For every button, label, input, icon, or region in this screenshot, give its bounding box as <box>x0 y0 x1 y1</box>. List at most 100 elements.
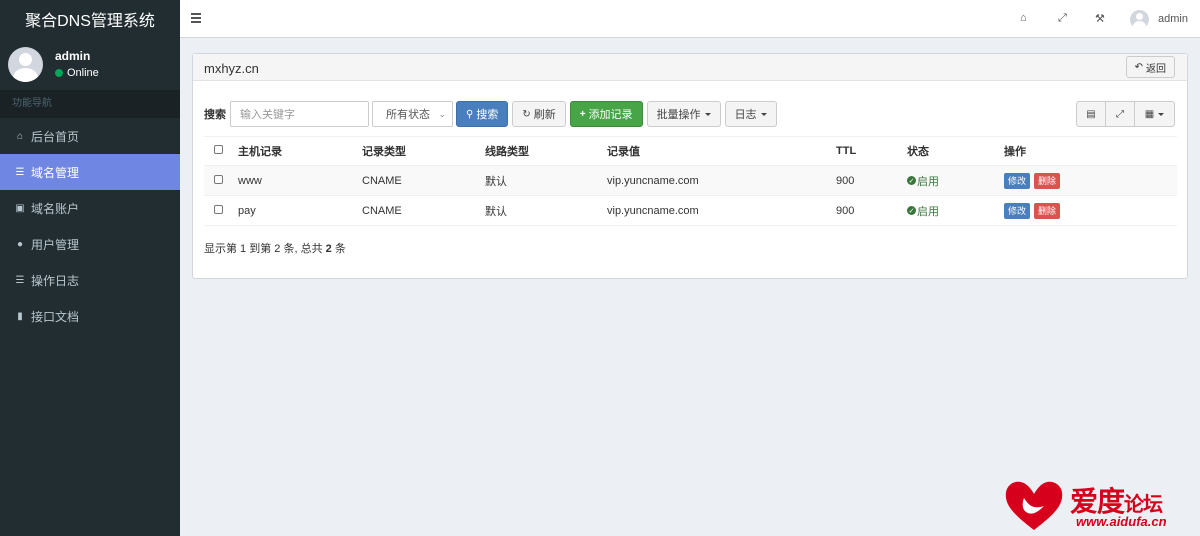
cell-status[interactable]: ✓ 启用 <box>907 165 1004 196</box>
edit-button[interactable]: 修改 <box>1004 202 1031 219</box>
user-status-label: Online <box>67 67 99 79</box>
sidebar-item-dashboard[interactable]: ⌂ 后台首页 <box>0 118 180 154</box>
back-button[interactable]: ↶ 返回 <box>1125 56 1175 78</box>
select-all-checkbox[interactable] <box>214 145 223 154</box>
reply-icon: ↶ <box>1134 61 1143 73</box>
fullscreen-button[interactable]: ⤢ <box>1105 101 1135 127</box>
delete-button[interactable]: 删除 <box>1034 172 1061 189</box>
fullscreen-icon[interactable]: ⤢ <box>1058 12 1067 25</box>
cell-ttl: 900 <box>836 195 907 226</box>
add-record-button[interactable]: + 添加记录 <box>569 101 643 127</box>
status-select-value: 所有状态 <box>386 109 430 121</box>
log-button-label: 日志 <box>734 109 757 121</box>
panel-header: mxhyz.cn ↶ 返回 <box>193 54 1187 81</box>
sidebar: 聚合DNS管理系统 admin Online 功能导航 ⌂ 后台首页 ☰ 域名管… <box>0 0 180 536</box>
search-placeholder: 输入关键字 <box>240 109 295 121</box>
col-type[interactable]: 记录类型 <box>362 136 485 166</box>
sidebar-item-label: 后台首页 <box>31 129 80 144</box>
sidebar-item-api-docs[interactable]: ▮ 接口文档 <box>0 298 180 334</box>
online-dot-icon <box>55 69 63 77</box>
add-record-button-label: 添加记录 <box>588 109 633 121</box>
home-icon: ⌂ <box>16 130 24 142</box>
log-button[interactable]: 日志 <box>724 101 777 127</box>
watermark-title-small: 论坛 <box>1124 492 1163 516</box>
cell-value: vip.yuncname.com <box>607 165 836 196</box>
delete-button[interactable]: 删除 <box>1034 202 1061 219</box>
cell-line: 默认 <box>485 195 607 226</box>
list-icon: ☰ <box>15 274 25 286</box>
sidebar-item-logs[interactable]: ☰ 操作日志 <box>0 262 180 298</box>
user-status: Online <box>55 67 99 79</box>
card-view-button[interactable]: ▤ <box>1076 101 1106 127</box>
cell-type: CNAME <box>362 195 485 226</box>
row-checkbox[interactable] <box>214 174 223 184</box>
cell-line: 默认 <box>485 165 607 196</box>
search-button[interactable]: ⚲ 搜索 <box>456 101 509 127</box>
cell-value: vip.yuncname.com <box>607 195 836 226</box>
check-circle-icon: ✓ <box>907 176 916 185</box>
cell-type: CNAME <box>362 165 485 196</box>
row-checkbox[interactable] <box>214 204 223 214</box>
table-row: www CNAME 默认 vip.yuncname.com 900 ✓ 启用 修改… <box>204 165 1177 196</box>
domain-title: mxhyz.cn <box>204 61 259 76</box>
status-select[interactable]: 所有状态 ⌄ <box>372 101 453 127</box>
cell-ttl: 900 <box>836 165 907 196</box>
sidebar-item-domain-accounts[interactable]: ▣ 域名账户 <box>0 190 180 226</box>
search-input[interactable]: 输入关键字 <box>230 101 369 127</box>
wrench-icon[interactable]: ⚒ <box>1095 12 1105 25</box>
status-label: 启用 <box>917 205 939 218</box>
summary-prefix: 显示第 1 到第 2 条, 总共 <box>204 243 326 255</box>
home-icon[interactable]: ⌂ <box>1020 12 1027 24</box>
heart-logo-icon <box>1005 481 1063 530</box>
domain-records-panel: mxhyz.cn ↶ 返回 搜索 输入关键字 所有状态 ⌄ ⚲ 搜索 ↻ 刷新 … <box>192 53 1188 279</box>
batch-actions-label: 批量操作 <box>656 109 701 121</box>
caret-down-icon <box>760 112 767 116</box>
col-status[interactable]: 状态 <box>907 136 1004 166</box>
sidebar-item-label: 用户管理 <box>31 237 80 252</box>
sidebar-item-label: 域名管理 <box>31 165 80 180</box>
pagination-summary: 显示第 1 到第 2 条, 总共 2 条 <box>204 240 346 256</box>
topbar: ⌂ ⤢ ⚒ admin <box>180 0 1200 38</box>
col-line[interactable]: 线路类型 <box>485 136 607 166</box>
caret-down-icon <box>704 112 711 116</box>
sidebar-item-users[interactable]: ● 用户管理 <box>0 226 180 262</box>
menu-toggle-icon[interactable] <box>191 13 201 23</box>
avatar[interactable] <box>1130 10 1149 29</box>
sidebar-item-label: 域名账户 <box>31 201 80 216</box>
columns-button[interactable]: ▦ <box>1134 101 1175 127</box>
lock-icon: ▣ <box>15 202 25 214</box>
user-name: admin <box>55 49 91 63</box>
col-value[interactable]: 记录值 <box>607 136 836 166</box>
search-icon: ⚲ <box>466 108 474 120</box>
sidebar-item-label: 操作日志 <box>31 273 80 288</box>
sidebar-item-label: 接口文档 <box>31 309 80 324</box>
top-username[interactable]: admin <box>1158 13 1188 25</box>
edit-button[interactable]: 修改 <box>1004 172 1031 189</box>
records-table: 主机记录 记录类型 线路类型 记录值 TTL 状态 操作 www CNAME 默… <box>204 136 1177 226</box>
col-host[interactable]: 主机记录 <box>238 136 362 166</box>
view-toggle-group: ▤ ⤢ ▦ <box>1076 101 1175 127</box>
search-button-label: 搜索 <box>476 109 499 121</box>
refresh-button[interactable]: ↻ 刷新 <box>512 101 566 127</box>
cell-actions: 修改 删除 <box>1004 165 1177 196</box>
table-header-row: 主机记录 记录类型 线路类型 记录值 TTL 状态 操作 <box>204 136 1177 166</box>
chevron-down-icon: ⌄ <box>438 108 446 119</box>
search-label: 搜索 <box>204 109 226 121</box>
app-title[interactable]: 聚合DNS管理系统 <box>0 0 180 38</box>
toolbar: 搜索 输入关键字 所有状态 ⌄ ⚲ 搜索 ↻ 刷新 + 添加记录 批量操作 日志 <box>204 101 781 127</box>
nav-header: 功能导航 <box>0 90 180 118</box>
refresh-button-label: 刷新 <box>533 109 556 121</box>
avatar <box>8 46 43 82</box>
col-ttl[interactable]: TTL <box>836 136 907 166</box>
cell-status[interactable]: ✓ 启用 <box>907 195 1004 226</box>
table-row: pay CNAME 默认 vip.yuncname.com 900 ✓ 启用 修改… <box>204 195 1177 226</box>
sidebar-item-domains[interactable]: ☰ 域名管理 <box>0 154 180 190</box>
caret-down-icon <box>1158 112 1165 116</box>
user-panel: admin Online <box>0 38 180 90</box>
list-icon: ☰ <box>15 166 25 178</box>
batch-actions-button[interactable]: 批量操作 <box>646 101 721 127</box>
grid-icon: ▦ <box>1144 108 1155 120</box>
cell-actions: 修改 删除 <box>1004 195 1177 226</box>
table-icon: ▤ <box>1086 108 1096 120</box>
status-label: 启用 <box>917 175 939 188</box>
